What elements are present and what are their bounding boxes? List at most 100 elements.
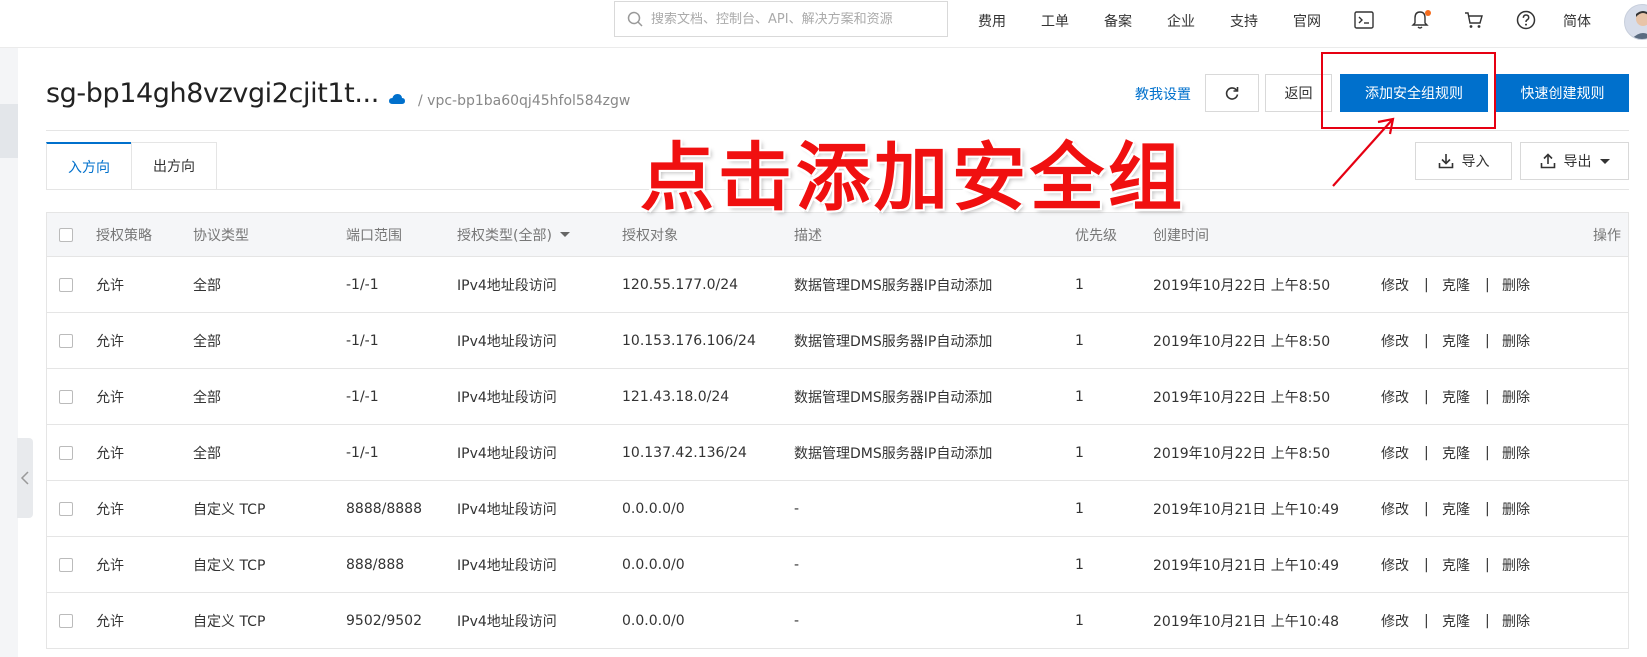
cell-object: 10.137.42.136/24 <box>622 444 747 461</box>
nav-support[interactable]: 支持 <box>1230 11 1258 31</box>
cell-policy: 允许 <box>96 613 124 630</box>
sidebar-collapse-toggle[interactable] <box>17 438 33 518</box>
teach-me-link[interactable]: 教我设置 <box>1135 84 1191 104</box>
cell-object: 121.43.18.0/24 <box>622 388 730 405</box>
rules-table: 授权策略 协议类型 端口范围 授权类型(全部) 授权对象 描述 优先级 创建时间… <box>46 212 1629 649</box>
nav-icp-filing[interactable]: 备案 <box>1104 11 1132 31</box>
edit-link[interactable]: 修改 <box>1381 313 1409 368</box>
import-button[interactable]: 导入 <box>1415 142 1512 180</box>
edit-link[interactable]: 修改 <box>1381 425 1409 480</box>
cell-object: 0.0.0.0/0 <box>622 500 685 517</box>
action-separator: | <box>1424 332 1429 349</box>
cell-created: 2019年10月21日 上午10:48 <box>1153 613 1340 630</box>
table-row: 允许 自定义 TCP 8888/8888 IPv4地址段访问 0.0.0.0/0 - 1 20… <box>46 481 1629 537</box>
cell-created: 2019年10月22日 上午8:50 <box>1153 333 1331 350</box>
cell-policy: 允许 <box>96 445 124 462</box>
cell-auth-type: IPv4地址段访问 <box>457 501 557 518</box>
row-checkbox[interactable] <box>59 333 73 348</box>
avatar[interactable] <box>1624 4 1647 40</box>
action-separator: | <box>1485 388 1490 405</box>
edit-link[interactable]: 修改 <box>1381 537 1409 592</box>
vpc-breadcrumb[interactable]: / vpc-bp1ba60qj45hfol584zgw <box>418 93 630 109</box>
col-auth-type-label: 授权类型(全部) <box>457 227 552 244</box>
delete-link[interactable]: 删除 <box>1502 593 1530 648</box>
action-separator: | <box>1424 500 1429 517</box>
tab-outbound[interactable]: 出方向 <box>131 142 217 190</box>
cell-policy: 允许 <box>96 333 124 350</box>
nav-tickets[interactable]: 工单 <box>1041 11 1069 31</box>
cell-object: 120.55.177.0/24 <box>622 276 739 293</box>
quick-create-rule-button[interactable]: 快速创建规则 <box>1496 74 1629 112</box>
delete-link[interactable]: 删除 <box>1502 425 1530 480</box>
clone-link[interactable]: 克隆 <box>1442 481 1470 536</box>
cell-description: 数据管理DMS服务器IP自动添加 <box>794 333 993 350</box>
clone-link[interactable]: 克隆 <box>1442 425 1470 480</box>
chevron-left-icon <box>20 471 29 485</box>
table-row: 允许 自定义 TCP 9502/9502 IPv4地址段访问 0.0.0.0/0 - 1 20… <box>46 593 1629 649</box>
nav-enterprise[interactable]: 企业 <box>1167 11 1195 31</box>
row-checkbox[interactable] <box>59 445 73 460</box>
row-checkbox[interactable] <box>59 557 73 572</box>
clone-link[interactable]: 克隆 <box>1442 257 1470 312</box>
action-separator: | <box>1485 500 1490 517</box>
table-row: 允许 全部 -1/-1 IPv4地址段访问 120.55.177.0/24 数据管理DMS… <box>46 257 1629 313</box>
delete-link[interactable]: 删除 <box>1502 537 1530 592</box>
cart-icon[interactable] <box>1462 8 1486 32</box>
cell-port: -1/-1 <box>346 332 379 349</box>
action-separator: | <box>1424 556 1429 573</box>
edit-link[interactable]: 修改 <box>1381 593 1409 648</box>
export-dropdown[interactable]: 导出 <box>1520 142 1629 180</box>
help-icon[interactable] <box>1514 8 1538 32</box>
bell-icon[interactable] <box>1408 8 1432 32</box>
cell-policy: 允许 <box>96 501 124 518</box>
clone-link[interactable]: 克隆 <box>1442 313 1470 368</box>
action-separator: | <box>1485 556 1490 573</box>
col-policy: 授权策略 <box>96 227 152 244</box>
vpc-cloud-icon <box>389 94 405 104</box>
edit-link[interactable]: 修改 <box>1381 481 1409 536</box>
col-auth-type-filter[interactable]: 授权类型(全部) <box>457 213 570 256</box>
delete-link[interactable]: 删除 <box>1502 257 1530 312</box>
refresh-button[interactable] <box>1205 74 1259 112</box>
edit-link[interactable]: 修改 <box>1381 257 1409 312</box>
table-row: 允许 全部 -1/-1 IPv4地址段访问 121.43.18.0/24 数据管理DMS服… <box>46 369 1629 425</box>
search-input[interactable] <box>651 11 931 27</box>
action-separator: | <box>1485 612 1490 629</box>
action-separator: | <box>1485 332 1490 349</box>
terminal-icon[interactable] <box>1352 8 1376 32</box>
cell-protocol: 自定义 TCP <box>193 501 266 518</box>
cell-priority: 1 <box>1075 500 1084 517</box>
table-row: 允许 自定义 TCP 888/888 IPv4地址段访问 0.0.0.0/0 - 1 2019… <box>46 537 1629 593</box>
row-checkbox[interactable] <box>59 389 73 404</box>
cell-description: 数据管理DMS服务器IP自动添加 <box>794 389 993 406</box>
refresh-icon <box>1225 87 1239 100</box>
edit-link[interactable]: 修改 <box>1381 369 1409 424</box>
nav-official-site[interactable]: 官网 <box>1293 11 1321 31</box>
delete-link[interactable]: 删除 <box>1502 313 1530 368</box>
row-checkbox[interactable] <box>59 613 73 628</box>
search-box[interactable] <box>614 1 948 37</box>
cell-description: 数据管理DMS服务器IP自动添加 <box>794 445 993 462</box>
tab-inbound[interactable]: 入方向 <box>46 142 132 190</box>
cell-priority: 1 <box>1075 332 1084 349</box>
notification-dot <box>1425 10 1431 16</box>
row-checkbox[interactable] <box>59 501 73 516</box>
clone-link[interactable]: 克隆 <box>1442 593 1470 648</box>
cell-created: 2019年10月22日 上午8:50 <box>1153 277 1331 294</box>
row-checkbox[interactable] <box>59 277 73 292</box>
delete-link[interactable]: 删除 <box>1502 369 1530 424</box>
select-all-checkbox[interactable] <box>59 227 73 242</box>
language-switch[interactable]: 简体 <box>1563 11 1591 31</box>
delete-link[interactable]: 删除 <box>1502 481 1530 536</box>
direction-tabs: 入方向 出方向 <box>46 142 217 190</box>
table-row: 允许 全部 -1/-1 IPv4地址段访问 10.153.176.106/24 数据管理D… <box>46 313 1629 369</box>
clone-link[interactable]: 克隆 <box>1442 369 1470 424</box>
top-nav-bar: 费用 工单 备案 企业 支持 官网 简体 <box>0 0 1647 48</box>
clone-link[interactable]: 克隆 <box>1442 537 1470 592</box>
search-icon <box>627 11 643 27</box>
cell-created: 2019年10月21日 上午10:49 <box>1153 501 1340 518</box>
cell-priority: 1 <box>1075 388 1084 405</box>
cell-auth-type: IPv4地址段访问 <box>457 333 557 350</box>
cell-port: -1/-1 <box>346 388 379 405</box>
nav-billing[interactable]: 费用 <box>978 11 1006 31</box>
